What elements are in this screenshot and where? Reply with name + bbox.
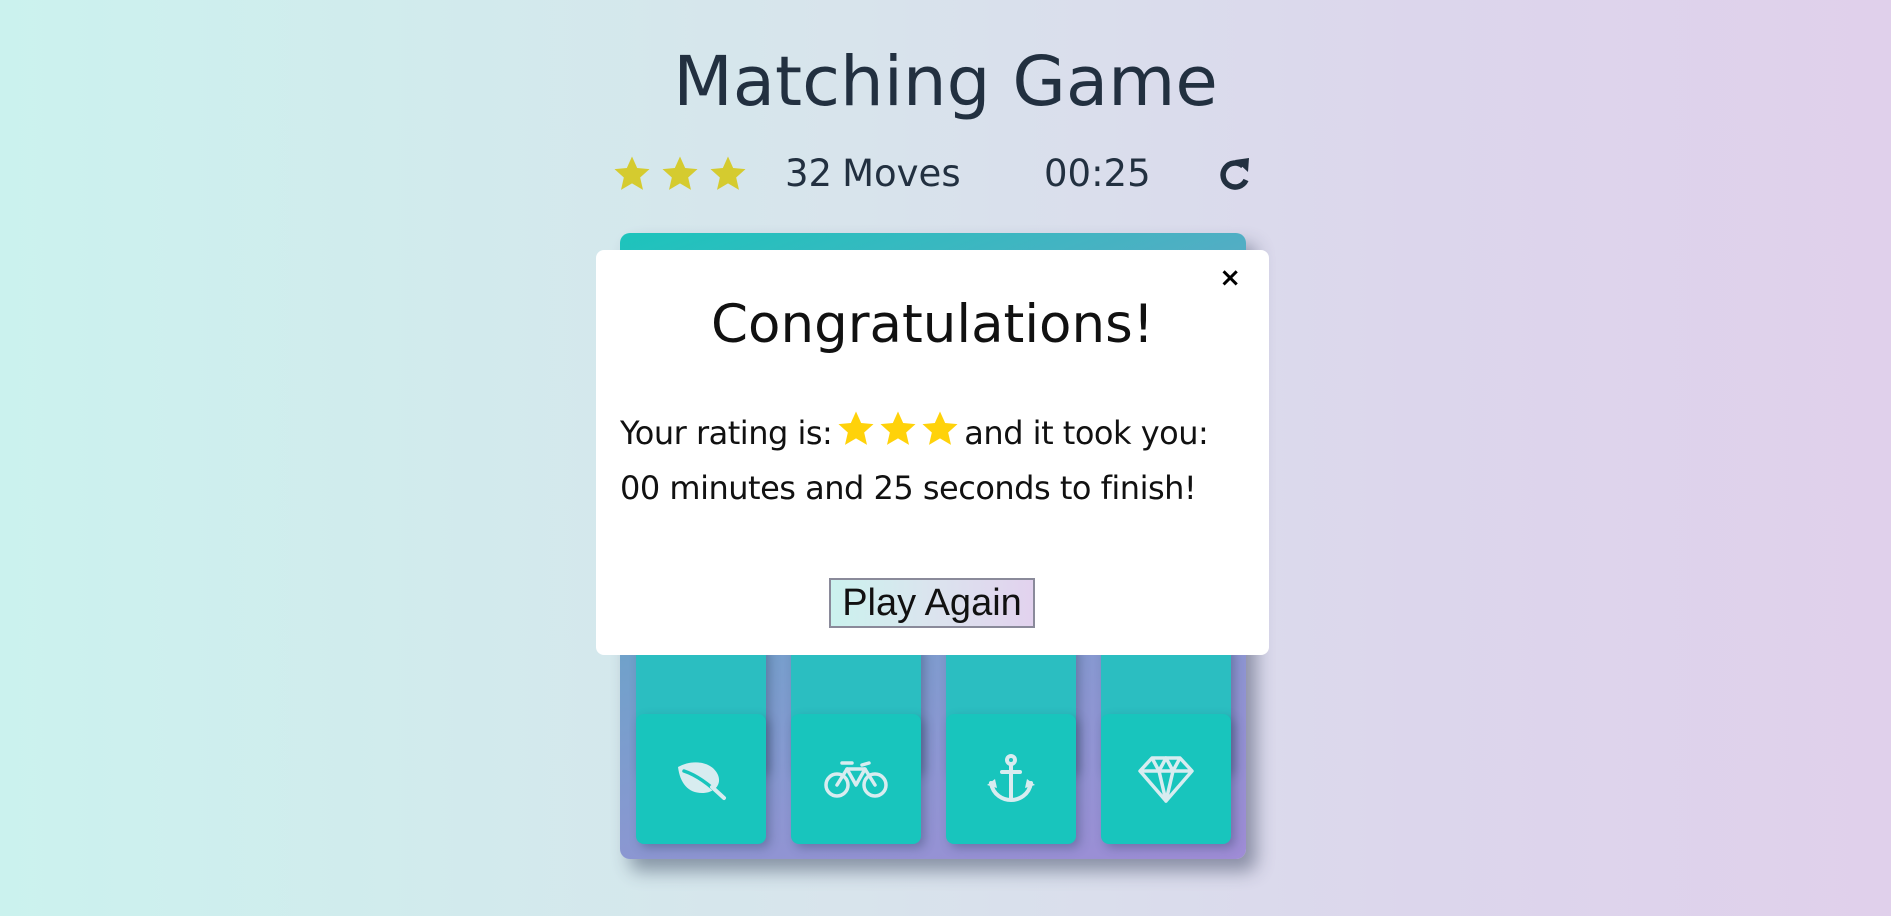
card[interactable] bbox=[1101, 714, 1231, 844]
congratulations-modal: × Congratulations! Your rating is: and it… bbox=[596, 250, 1269, 655]
score-panel: 32 Moves 00:25 bbox=[612, 150, 1262, 200]
anchor-icon bbox=[987, 754, 1035, 802]
time-line: 00 minutes and 25 seconds to finish! bbox=[620, 461, 1256, 516]
rating-line: Your rating is: and it took you: bbox=[620, 406, 1256, 461]
repeat-icon bbox=[1220, 158, 1249, 190]
card[interactable] bbox=[636, 714, 766, 844]
star-icon bbox=[880, 411, 916, 445]
rating-prefix: Your rating is: bbox=[620, 414, 833, 452]
star-icon bbox=[922, 411, 958, 445]
moves-label: Moves bbox=[842, 152, 961, 195]
page-title: Matching Game bbox=[673, 42, 1218, 122]
card[interactable] bbox=[946, 714, 1076, 844]
minutes-label: minutes and bbox=[669, 469, 864, 507]
star-rating bbox=[612, 154, 748, 194]
star-icon bbox=[662, 156, 698, 190]
seconds-value: 25 bbox=[873, 469, 914, 507]
moves-count: 32 bbox=[785, 152, 833, 195]
rating-stars bbox=[836, 409, 960, 449]
leaf-icon bbox=[678, 762, 726, 800]
moves-counter: 32 Moves bbox=[785, 152, 971, 196]
rating-suffix: and it took you: bbox=[964, 414, 1209, 452]
close-button[interactable]: × bbox=[1219, 264, 1241, 292]
star-icon bbox=[710, 156, 746, 190]
modal-title: Congratulations! bbox=[711, 294, 1154, 355]
card[interactable] bbox=[791, 714, 921, 844]
result-message: Your rating is: and it took you: 00 minut… bbox=[620, 406, 1256, 516]
star-icon bbox=[838, 411, 874, 445]
play-again-button[interactable]: Play Again bbox=[829, 578, 1035, 628]
seconds-label: seconds to finish! bbox=[922, 469, 1197, 507]
minutes-value: 00 bbox=[620, 469, 660, 507]
diamond-icon bbox=[1138, 756, 1194, 803]
star-icon bbox=[614, 156, 650, 190]
restart-button[interactable] bbox=[1213, 154, 1257, 198]
bicycle-icon bbox=[824, 761, 888, 798]
timer: 00:25 bbox=[1044, 152, 1151, 195]
